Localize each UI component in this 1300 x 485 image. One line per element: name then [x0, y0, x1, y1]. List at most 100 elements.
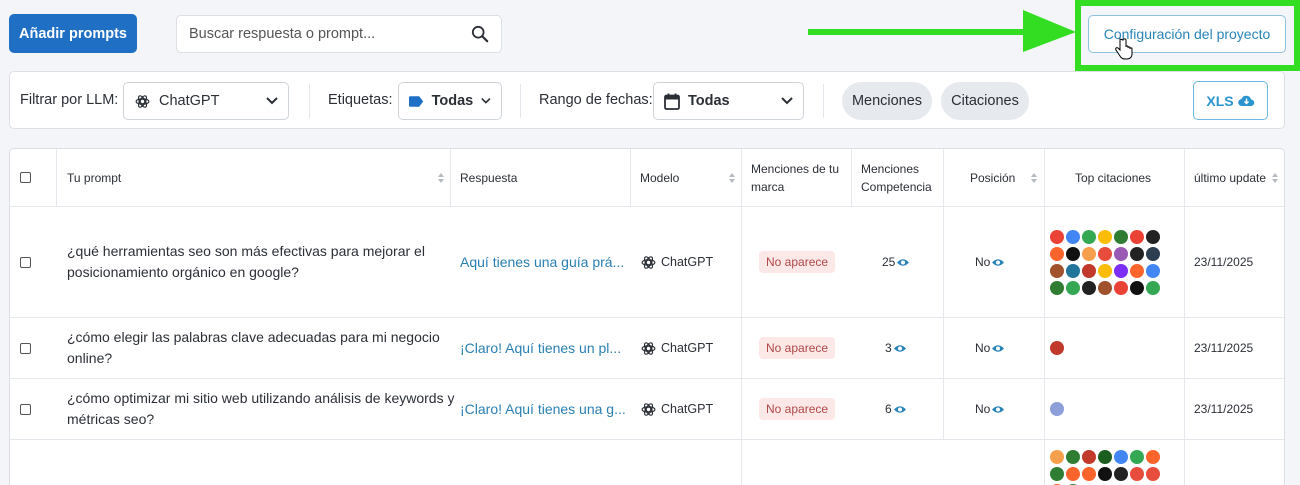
google-icon[interactable]: [1082, 229, 1096, 244]
rss-icon[interactable]: [1146, 467, 1160, 481]
hand-cursor-icon: [1115, 38, 1133, 60]
site-icon[interactable]: [1082, 263, 1096, 278]
row-checkbox[interactable]: [20, 207, 31, 317]
eye-icon[interactable]: [893, 405, 906, 414]
llm-select[interactable]: ChatGPT: [123, 82, 289, 120]
eye-icon[interactable]: [992, 405, 1005, 414]
xls-label: XLS: [1206, 92, 1234, 109]
site-icon[interactable]: [1114, 467, 1128, 481]
dates-select[interactable]: Todas: [653, 82, 804, 120]
site-icon[interactable]: [1066, 450, 1080, 464]
chevron-down-icon: [781, 97, 793, 105]
table-row[interactable]: ¿cómo optimizar mi sitio web utilizando …: [10, 379, 1284, 440]
position-cell[interactable]: No: [975, 207, 1005, 317]
google-icon[interactable]: [1146, 263, 1160, 278]
sort-icon[interactable]: [438, 173, 444, 183]
amazon-icon[interactable]: [1066, 246, 1080, 261]
competition-count: 3: [885, 341, 892, 355]
competition-count: 6: [885, 402, 892, 416]
select-all-checkbox[interactable]: [20, 149, 31, 206]
prompt-text: online?: [67, 350, 113, 366]
response-link[interactable]: ¡Claro! Aquí tienes una g...: [460, 379, 626, 439]
position-cell[interactable]: No: [975, 318, 1005, 378]
cloud-icon[interactable]: [1098, 263, 1112, 278]
col-header-prompt[interactable]: Tu prompt: [67, 149, 121, 206]
site-icon[interactable]: [1050, 280, 1064, 295]
wordpress-icon[interactable]: [1066, 263, 1080, 278]
search-box[interactable]: [176, 15, 502, 53]
google-icon[interactable]: [1114, 280, 1128, 295]
search-input[interactable]: [189, 26, 471, 42]
table-row[interactable]: ¿cómo elegir las palabras clave adecuada…: [10, 318, 1284, 379]
sort-icon[interactable]: [729, 173, 735, 183]
semrush-icon[interactable]: [1146, 450, 1160, 464]
site-icon[interactable]: [1050, 263, 1064, 278]
competition-cell[interactable]: 6: [885, 379, 906, 439]
prompt-text: métricas seo?: [67, 411, 155, 427]
dates-select-value: Todas: [688, 93, 730, 109]
table-row[interactable]: ¿qué herramientas seo son más efectivas …: [10, 207, 1284, 318]
google-icon[interactable]: [1066, 280, 1080, 295]
amazon-icon[interactable]: [1130, 280, 1144, 295]
google-icon[interactable]: [1130, 450, 1144, 464]
google-icon[interactable]: [1050, 229, 1064, 244]
site-icon[interactable]: [1146, 229, 1160, 244]
site-icon[interactable]: [1098, 280, 1112, 295]
google-icon[interactable]: [1130, 229, 1144, 244]
semrush-icon[interactable]: [1130, 263, 1144, 278]
rss-icon[interactable]: [1130, 467, 1144, 481]
site-icon[interactable]: [1050, 402, 1064, 416]
col-header-response[interactable]: Respuesta: [460, 149, 517, 206]
eye-icon[interactable]: [992, 344, 1005, 353]
response-link[interactable]: ¡Claro! Aquí tienes un pl...: [460, 318, 621, 378]
site-icon[interactable]: [1114, 263, 1128, 278]
col-header-competition-mentions[interactable]: Menciones Competencia: [861, 149, 932, 206]
response-link[interactable]: Aquí tienes una guía prá...: [460, 207, 624, 317]
eye-icon[interactable]: [897, 258, 910, 267]
site-icon[interactable]: [1050, 467, 1064, 481]
export-xls-button[interactable]: XLS: [1193, 81, 1268, 120]
site-icon[interactable]: [1082, 450, 1096, 464]
site-icon[interactable]: [1114, 246, 1128, 261]
last-update-cell: 23/11/2025: [1194, 255, 1254, 269]
cloud-icon[interactable]: [1098, 229, 1112, 244]
site-icon[interactable]: [1082, 280, 1096, 295]
divider: [823, 84, 824, 118]
amazon-icon[interactable]: [1098, 467, 1112, 481]
site-icon[interactable]: [1098, 246, 1112, 261]
google-icon[interactable]: [1066, 229, 1080, 244]
semrush-icon[interactable]: [1066, 467, 1080, 481]
col-header-model[interactable]: Modelo: [640, 149, 679, 206]
mentions-toggle[interactable]: Menciones: [842, 82, 932, 120]
competition-cell[interactable]: 25: [882, 207, 910, 317]
competition-cell[interactable]: 3: [885, 318, 906, 378]
site-icon[interactable]: [1050, 341, 1064, 355]
site-icon[interactable]: [1050, 450, 1064, 464]
citations-toggle[interactable]: Citaciones: [941, 82, 1029, 120]
col-header-position[interactable]: Posición: [970, 149, 1015, 206]
site-icon[interactable]: [1098, 450, 1112, 464]
site-icon[interactable]: [1130, 246, 1144, 261]
eye-icon[interactable]: [992, 258, 1005, 267]
col-header-brand-mentions[interactable]: Menciones de tu marca: [751, 149, 839, 206]
add-prompts-button[interactable]: Añadir prompts: [9, 14, 137, 53]
google-icon[interactable]: [1114, 450, 1128, 464]
header-text: Menciones de tu: [751, 161, 840, 176]
site-icon[interactable]: [1146, 246, 1160, 261]
position-cell[interactable]: No: [975, 379, 1005, 439]
search-icon[interactable]: [471, 25, 489, 43]
row-checkbox[interactable]: [20, 379, 31, 439]
row-checkbox[interactable]: [20, 318, 31, 378]
sort-icon[interactable]: [1031, 173, 1037, 183]
tags-select[interactable]: Todas: [398, 82, 502, 120]
table-row[interactable]: [10, 440, 1284, 485]
chatgpt-icon: [641, 341, 656, 355]
site-icon[interactable]: [1082, 246, 1096, 261]
semrush-icon[interactable]: [1082, 467, 1096, 481]
google-icon[interactable]: [1146, 280, 1160, 295]
col-header-last-update[interactable]: último update: [1194, 149, 1266, 206]
sort-icon[interactable]: [1272, 173, 1278, 183]
semrush-icon[interactable]: [1050, 246, 1064, 261]
eye-icon[interactable]: [893, 344, 906, 353]
site-icon[interactable]: [1114, 229, 1128, 244]
